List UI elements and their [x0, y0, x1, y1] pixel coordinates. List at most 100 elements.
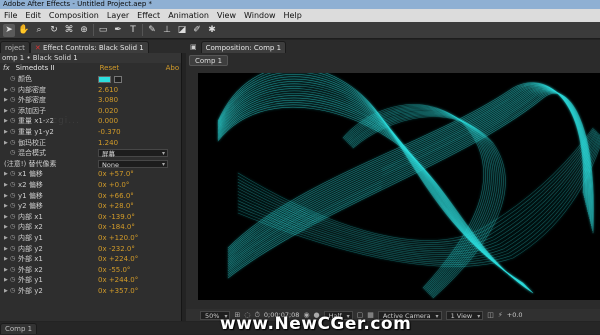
color-swatch[interactable] [98, 75, 111, 83]
brush-tool-icon[interactable]: ✎ [146, 24, 158, 37]
stopwatch-icon[interactable]: ◷ [10, 286, 18, 297]
stopwatch-icon[interactable]: ◷ [10, 180, 18, 191]
selection-tool-icon[interactable]: ➤ [3, 23, 15, 37]
offset-row[interactable]: ▶ ◷ 内部 y1 0x +120.0° [0, 233, 181, 244]
exposure-value[interactable]: +0.0 [507, 311, 523, 319]
param-row[interactable]: ▶ ◷ 重量 x1-x2 0.000 [0, 116, 181, 127]
offset-row[interactable]: ▶ ◷ 内部 x1 0x -139.0° [0, 212, 181, 223]
about-button[interactable]: Abo [166, 63, 180, 74]
puppet-tool-icon[interactable]: ✱ [206, 24, 218, 37]
stopwatch-icon[interactable]: ◷ [10, 222, 18, 233]
param-row[interactable]: ▶ ◷ 添加因子 0.020 [0, 106, 181, 117]
roto-brush-tool-icon[interactable]: ✐ [191, 24, 203, 37]
menu-effect[interactable]: Effect [133, 9, 164, 22]
stopwatch-icon[interactable]: ◷ [10, 148, 18, 159]
tab-composition[interactable]: Composition: Comp 1 [200, 41, 287, 53]
stopwatch-icon[interactable]: ◷ [10, 191, 18, 202]
tab-timeline-comp[interactable]: Comp 1 [0, 323, 38, 334]
camera-tool-icon[interactable]: ⌘ [63, 24, 75, 37]
rotate-tool-icon[interactable]: ↻ [48, 24, 60, 37]
param-row-color[interactable]: ◷ 颜色 [0, 74, 181, 85]
param-value[interactable]: 0x -184.0° [98, 222, 135, 233]
offset-row[interactable]: ▶ ◷ 内部 x2 0x -184.0° [0, 222, 181, 233]
stopwatch-icon[interactable]: ◷ [10, 212, 18, 223]
param-row[interactable]: ▶ ◷ 外部密度 3.080 [0, 95, 181, 106]
zoom-tool-icon[interactable]: ⌕ [33, 24, 45, 37]
param-row[interactable]: ▶ ◷ 内部密度 2.610 [0, 85, 181, 96]
param-value[interactable]: 0x +224.0° [98, 254, 138, 265]
fast-preview-icon[interactable]: ⚡ [498, 311, 503, 319]
param-value[interactable]: 0x +357.0° [98, 286, 138, 297]
param-row-blend[interactable]: ◷ 混合模式 屏幕 [0, 148, 181, 159]
param-value[interactable]: 0.020 [98, 106, 118, 117]
views-dropdown[interactable]: 1 View [445, 310, 484, 321]
menu-layer[interactable]: Layer [103, 9, 133, 22]
param-value[interactable]: 0x +244.0° [98, 275, 138, 286]
offset-row[interactable]: ▶ ◷ 外部 y1 0x +244.0° [0, 275, 181, 286]
stopwatch-icon[interactable]: ◷ [10, 85, 18, 96]
menu-composition[interactable]: Composition [45, 9, 103, 22]
param-value[interactable]: 0x -139.0° [98, 212, 135, 223]
fx-badge-icon[interactable]: fx [3, 63, 10, 74]
menu-view[interactable]: View [213, 9, 240, 22]
pen-tool-icon[interactable]: ✒ [112, 24, 124, 37]
stopwatch-icon[interactable]: ◷ [10, 74, 18, 85]
offset-row[interactable]: ▶ ◷ 外部 x1 0x +224.0° [0, 254, 181, 265]
offset-row[interactable]: ▶ ◷ x1 偏移 0x +57.0° [0, 169, 181, 180]
stopwatch-icon[interactable]: ◷ [10, 254, 18, 265]
stopwatch-icon[interactable]: ◷ [10, 127, 18, 138]
stopwatch-icon[interactable]: ◷ [10, 116, 18, 127]
clone-stamp-tool-icon[interactable]: ⊥ [161, 24, 173, 37]
menu-animation[interactable]: Animation [164, 9, 213, 22]
stopwatch-icon[interactable]: ◷ [10, 201, 18, 212]
lock-icon[interactable]: ▣ [186, 41, 201, 53]
offset-row[interactable]: ▶ ◷ 外部 x2 0x -55.0° [0, 265, 181, 276]
param-value[interactable]: 0x -232.0° [98, 244, 135, 255]
offset-row[interactable]: ▶ ◷ x2 偏移 0x +0.0° [0, 180, 181, 191]
menu-edit[interactable]: Edit [21, 9, 45, 22]
stopwatch-icon[interactable]: ◷ [10, 95, 18, 106]
stopwatch-icon[interactable]: ◷ [10, 244, 18, 255]
eraser-tool-icon[interactable]: ◪ [176, 24, 188, 37]
offset-row[interactable]: ▶ ◷ y2 偏移 0x +28.0° [0, 201, 181, 212]
menu-window[interactable]: Window [240, 9, 280, 22]
pan-behind-tool-icon[interactable]: ⊕ [78, 24, 90, 37]
stopwatch-icon[interactable]: ◷ [10, 275, 18, 286]
eyedropper-icon[interactable] [114, 75, 122, 83]
param-value[interactable]: 3.080 [98, 95, 118, 106]
param-row-replace[interactable]: (注意!) 替代像素 None [0, 159, 181, 170]
effect-name[interactable]: Simedots II [16, 63, 100, 74]
close-icon[interactable]: ✕ [35, 44, 43, 52]
param-value[interactable]: 0x +0.0° [98, 180, 129, 191]
param-value[interactable]: 0x -55.0° [98, 265, 130, 276]
param-row[interactable]: ▶ ◷ 重量 y1-y2 -0.370 [0, 127, 181, 138]
param-value[interactable]: 1.240 [98, 138, 118, 149]
menu-file[interactable]: File [0, 9, 21, 22]
offset-row[interactable]: ▶ ◷ y1 偏移 0x +66.0° [0, 191, 181, 202]
stopwatch-icon[interactable]: ◷ [10, 106, 18, 117]
param-value[interactable]: 0x +28.0° [98, 201, 134, 212]
menu-help[interactable]: Help [280, 9, 306, 22]
tab-effect-controls[interactable]: ✕ Effect Controls: Black Solid 1 [29, 41, 149, 53]
param-value[interactable]: 0x +57.0° [98, 169, 134, 180]
param-row[interactable]: ▶ ◷ 伽玛校正 1.240 [0, 138, 181, 149]
type-tool-icon[interactable]: T [127, 24, 139, 37]
param-value[interactable]: 2.610 [98, 85, 118, 96]
flowchart-icon[interactable]: ◫ [487, 311, 494, 319]
hand-tool-icon[interactable]: ✋ [18, 24, 30, 37]
param-value[interactable]: -0.370 [98, 127, 121, 138]
stopwatch-icon[interactable]: ◷ [10, 138, 18, 149]
offset-row[interactable]: ▶ ◷ 内部 y2 0x -232.0° [0, 244, 181, 255]
param-value[interactable]: 0.000 [98, 116, 118, 127]
composition-viewer[interactable] [198, 73, 600, 300]
stopwatch-icon[interactable]: ◷ [10, 265, 18, 276]
param-value[interactable]: 0x +120.0° [98, 233, 138, 244]
offset-row[interactable]: ▶ ◷ 外部 y2 0x +357.0° [0, 286, 181, 297]
reset-button[interactable]: Reset [100, 63, 166, 74]
param-value[interactable]: 0x +66.0° [98, 191, 134, 202]
blend-mode-dropdown[interactable]: 屏幕 [98, 149, 168, 158]
comp-breadcrumb[interactable]: Comp 1 [189, 55, 229, 66]
tab-project[interactable]: roject [0, 41, 30, 53]
rectangle-tool-icon[interactable]: ▭ [97, 24, 109, 37]
replace-pixels-dropdown[interactable]: None [98, 160, 168, 169]
